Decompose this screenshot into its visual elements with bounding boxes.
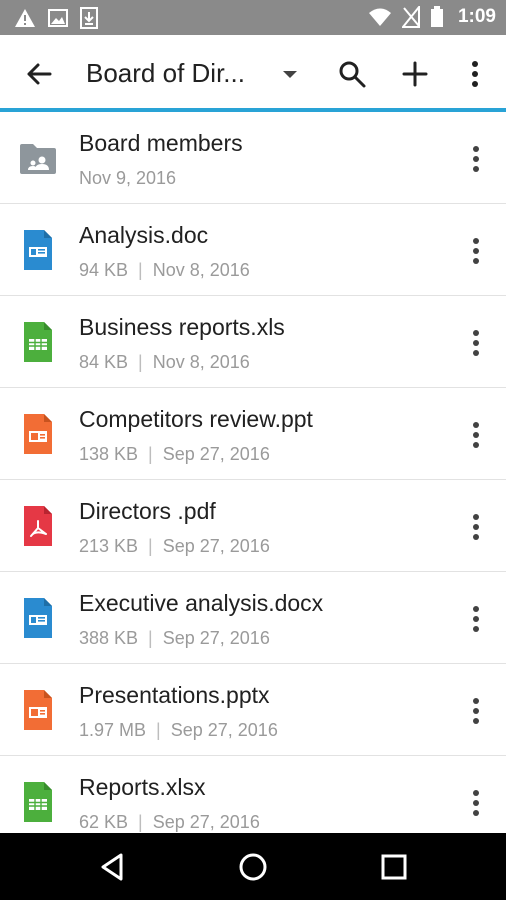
item-more-icon[interactable] bbox=[464, 513, 488, 541]
file-date: Sep 27, 2016 bbox=[162, 444, 270, 464]
pdf-file-icon bbox=[24, 506, 52, 546]
no-sim-icon bbox=[401, 6, 420, 28]
image-icon bbox=[48, 9, 68, 27]
status-bar: 1:09 bbox=[0, 0, 506, 35]
file-meta: 1.97 MB | Sep 27, 2016 bbox=[79, 720, 278, 740]
status-time: 1:09 bbox=[457, 6, 496, 27]
file-size: 84 KB bbox=[79, 352, 129, 372]
item-more-icon[interactable] bbox=[464, 237, 488, 265]
back-triangle-icon[interactable] bbox=[97, 851, 129, 883]
list-item[interactable]: Analysis.doc 94 KB | Nov 8, 2016 bbox=[0, 204, 506, 296]
xls-file-icon bbox=[24, 782, 52, 822]
add-icon[interactable] bbox=[400, 59, 430, 89]
item-more-icon[interactable] bbox=[464, 789, 488, 817]
back-arrow-icon[interactable] bbox=[24, 59, 54, 89]
file-name: Board members bbox=[79, 130, 243, 156]
item-more-icon[interactable] bbox=[464, 697, 488, 725]
list-item[interactable]: Board members Nov 9, 2016 bbox=[0, 112, 506, 204]
download-icon bbox=[80, 7, 98, 29]
file-size: 94 KB bbox=[79, 260, 129, 280]
file-size: 62 KB bbox=[79, 812, 129, 832]
file-meta: 138 KB | Sep 27, 2016 bbox=[79, 444, 270, 464]
file-meta: 213 KB | Sep 27, 2016 bbox=[79, 536, 270, 556]
wifi-icon bbox=[368, 8, 391, 26]
file-date: Nov 8, 2016 bbox=[152, 260, 250, 280]
page-title[interactable]: Board of Dir... bbox=[86, 58, 256, 89]
file-meta: 84 KB | Nov 8, 2016 bbox=[79, 352, 250, 372]
dropdown-caret-icon[interactable] bbox=[280, 65, 300, 85]
more-vert-icon[interactable] bbox=[463, 59, 487, 89]
app-bar: Board of Dir... bbox=[0, 35, 506, 111]
file-meta: 62 KB | Sep 27, 2016 bbox=[79, 812, 260, 832]
file-name: Executive analysis.docx bbox=[79, 590, 324, 616]
list-item[interactable]: Competitors review.ppt 138 KB | Sep 27, 20… bbox=[0, 388, 506, 480]
file-name: Analysis.doc bbox=[79, 222, 209, 248]
file-date: Nov 9, 2016 bbox=[79, 168, 177, 188]
doc-file-icon bbox=[24, 598, 52, 638]
list-item[interactable]: Directors .pdf 213 KB | Sep 27, 2016 bbox=[0, 480, 506, 572]
file-name: Business reports.xls bbox=[79, 314, 285, 340]
file-meta: Nov 9, 2016 bbox=[79, 168, 176, 189]
xls-file-icon bbox=[24, 322, 52, 362]
list-item[interactable]: Executive analysis.docx 388 KB | Sep 27, 2… bbox=[0, 572, 506, 664]
file-date: Sep 27, 2016 bbox=[152, 812, 260, 832]
file-size: 213 KB bbox=[79, 536, 139, 556]
list-item[interactable]: Business reports.xls 84 KB | Nov 8, 2016 bbox=[0, 296, 506, 388]
file-name: Directors .pdf bbox=[79, 498, 216, 524]
file-date: Sep 27, 2016 bbox=[162, 628, 270, 648]
file-meta: 388 KB | Sep 27, 2016 bbox=[79, 628, 270, 648]
file-size: 388 KB bbox=[79, 628, 139, 648]
file-meta: 94 KB | Nov 8, 2016 bbox=[79, 260, 250, 280]
home-circle-icon[interactable] bbox=[237, 851, 269, 883]
item-more-icon[interactable] bbox=[464, 605, 488, 633]
item-more-icon[interactable] bbox=[464, 421, 488, 449]
file-date: Sep 27, 2016 bbox=[162, 536, 270, 556]
doc-file-icon bbox=[24, 230, 52, 270]
item-more-icon[interactable] bbox=[464, 145, 488, 173]
file-name: Competitors review.ppt bbox=[79, 406, 313, 432]
file-date: Sep 27, 2016 bbox=[170, 720, 278, 740]
file-size: 1.97 MB bbox=[79, 720, 147, 740]
item-more-icon[interactable] bbox=[464, 329, 488, 357]
ppt-file-icon bbox=[24, 414, 52, 454]
file-date: Nov 8, 2016 bbox=[152, 352, 250, 372]
list-item[interactable]: Reports.xlsx 62 KB | Sep 27, 2016 bbox=[0, 756, 506, 833]
file-name: Presentations.pptx bbox=[79, 682, 270, 708]
warning-icon bbox=[15, 9, 35, 27]
battery-icon bbox=[430, 6, 443, 27]
file-list: Board members Nov 9, 2016 Analysis.doc 9… bbox=[0, 112, 506, 833]
recents-square-icon[interactable] bbox=[378, 851, 410, 883]
list-item[interactable]: Presentations.pptx 1.97 MB | Sep 27, 2016 bbox=[0, 664, 506, 756]
search-icon[interactable] bbox=[337, 59, 367, 89]
file-size: 138 KB bbox=[79, 444, 139, 464]
file-name: Reports.xlsx bbox=[79, 774, 206, 800]
system-nav-bar bbox=[0, 833, 506, 900]
ppt-file-icon bbox=[24, 690, 52, 730]
folder-shared-icon bbox=[20, 144, 56, 174]
